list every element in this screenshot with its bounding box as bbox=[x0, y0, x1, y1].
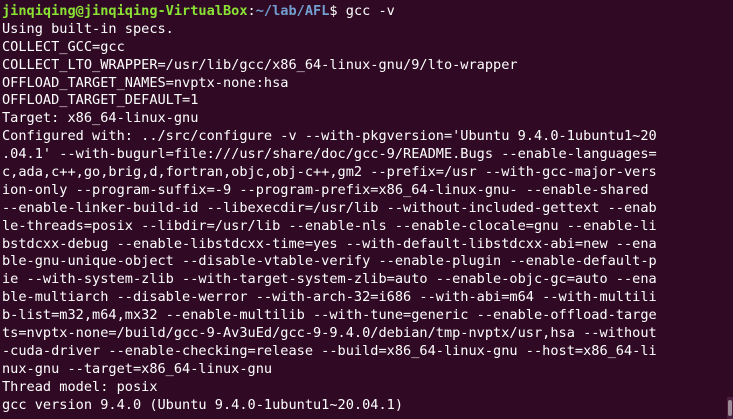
output-line: OFFLOAD_TARGET_DEFAULT=1 bbox=[2, 92, 199, 109]
output-line: le-threads=posix --libdir=/usr/lib --ena… bbox=[2, 217, 657, 234]
output-line: COLLECT_LTO_WRAPPER=/usr/lib/gcc/x86_64-… bbox=[2, 56, 518, 73]
output-line: ie --with-system-zlib --with-target-syst… bbox=[2, 271, 657, 288]
output-line: ble-multiarch --disable-werror --with-ar… bbox=[2, 289, 657, 306]
output-line: OFFLOAD_TARGET_NAMES=nvptx-none:hsa bbox=[2, 74, 289, 91]
output-line: Target: x86_64-linux-gnu bbox=[2, 110, 199, 127]
output-line: ion-only --program-suffix=-9 --program-p… bbox=[2, 181, 657, 198]
prompt-path: ~/lab/AFL bbox=[255, 3, 330, 19]
prompt-colon: : bbox=[247, 3, 256, 19]
output-line: b-list=m32,m64,mx32 --enable-multilib --… bbox=[2, 307, 657, 324]
prompt-line: jinqiqing@jinqiqing-VirtualBox:~/lab/AFL… bbox=[2, 3, 733, 21]
command-text: gcc -v bbox=[345, 3, 395, 19]
output-line: Using built-in specs. bbox=[2, 20, 174, 37]
output-line: .04.1' --with-bugurl=file:///usr/share/d… bbox=[2, 146, 657, 163]
output-line: c,ada,c++,go,brig,d,fortran,objc,obj-c++… bbox=[2, 164, 657, 181]
output-line: gcc version 9.4.0 (Ubuntu 9.4.0-1ubuntu1… bbox=[2, 396, 404, 413]
prompt-user-host: jinqiqing@jinqiqing-VirtualBox bbox=[2, 3, 248, 19]
output-line: --enable-linker-build-id --libexecdir=/u… bbox=[2, 199, 657, 216]
output-line: bstdcxx-debug --enable-libstdcxx-time=ye… bbox=[2, 235, 657, 252]
terminal-window[interactable]: jinqiqing@jinqiqing-VirtualBox:~/lab/AFL… bbox=[0, 0, 733, 419]
output-line: ts=nvptx-none=/build/gcc-9-Av3uEd/gcc-9-… bbox=[2, 325, 657, 342]
prompt-sign: $ bbox=[329, 3, 346, 19]
output-line: COLLECT_GCC=gcc bbox=[2, 38, 125, 55]
scrollbar-thumb[interactable] bbox=[728, 400, 732, 416]
output-line: Configured with: ../src/configure -v --w… bbox=[2, 128, 657, 145]
output-line: Thread model: posix bbox=[2, 378, 158, 395]
output-line: nux-gnu --target=x86_64-linux-gnu bbox=[2, 360, 273, 377]
output-line: -cuda-driver --enable-checking=release -… bbox=[2, 342, 657, 359]
output-line: ble-gnu-unique-object --disable-vtable-v… bbox=[2, 253, 657, 270]
